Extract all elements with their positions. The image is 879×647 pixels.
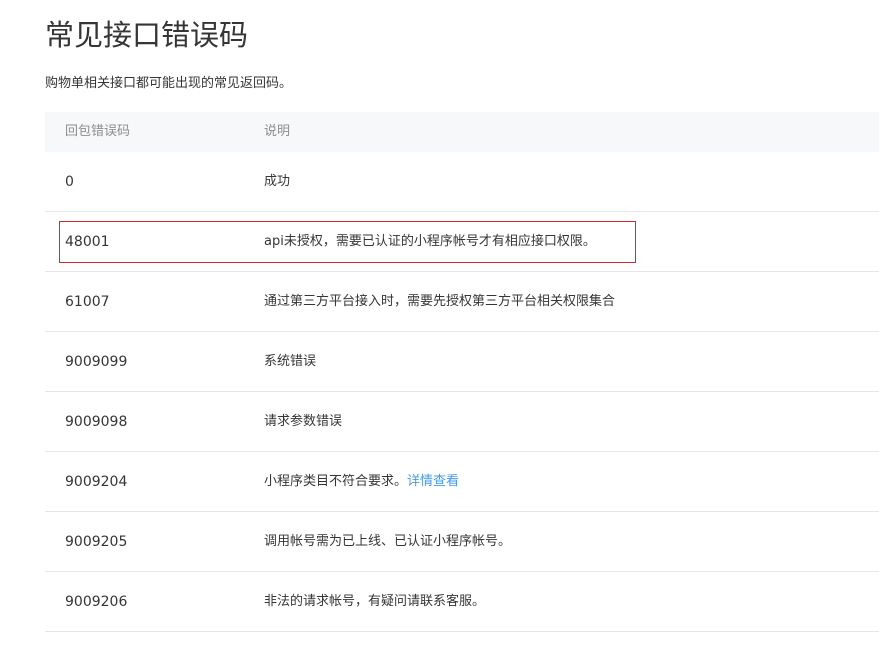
error-code: 9009206 (65, 594, 128, 610)
error-code: 9009098 (65, 414, 128, 430)
table-row: 9009099 系统错误 (45, 332, 879, 392)
table-row: 9009204 小程序类目不符合要求。详情查看 (45, 452, 879, 512)
page-description: 购物单相关接口都可能出现的常见返回码。 (45, 76, 293, 91)
error-code-table: 回包错误码 说明 0 成功 48001 api未授权，需要已认证的小程序帐号才有… (45, 112, 879, 632)
error-code: 9009205 (65, 534, 128, 550)
error-description: 小程序类目不符合要求。 (264, 474, 408, 489)
table-row: 9009098 请求参数错误 (45, 392, 879, 452)
error-code: 61007 (65, 294, 110, 310)
error-code: 9009099 (65, 354, 128, 370)
error-description: 调用帐号需为已上线、已认证小程序帐号。 (264, 534, 512, 549)
header-description: 说明 (264, 124, 291, 139)
table-row: 0 成功 (45, 152, 879, 212)
details-link[interactable]: 详情查看 (407, 474, 459, 489)
error-code: 9009204 (65, 474, 128, 490)
table-row: 9009205 调用帐号需为已上线、已认证小程序帐号。 (45, 512, 879, 572)
table-row: 9009206 非法的请求帐号，有疑问请联系客服。 (45, 572, 879, 632)
error-code: 48001 (65, 234, 110, 250)
page-title: 常见接口错误码 (45, 18, 249, 52)
error-description: 通过第三方平台接入时，需要先授权第三方平台相关权限集合 (264, 294, 616, 309)
table-row: 61007 通过第三方平台接入时，需要先授权第三方平台相关权限集合 (45, 272, 879, 332)
table-header: 回包错误码 说明 (45, 112, 879, 152)
error-description: 成功 (264, 174, 291, 189)
error-code: 0 (65, 174, 74, 190)
header-code: 回包错误码 (65, 124, 131, 139)
error-description: api未授权，需要已认证的小程序帐号才有相应接口权限。 (264, 234, 596, 249)
error-description: 请求参数错误 (264, 414, 343, 429)
error-description-cell: 小程序类目不符合要求。详情查看 (264, 472, 459, 492)
error-description: 系统错误 (264, 354, 317, 369)
error-description: 非法的请求帐号，有疑问请联系客服。 (264, 594, 486, 609)
table-row: 48001 api未授权，需要已认证的小程序帐号才有相应接口权限。 (45, 212, 879, 272)
